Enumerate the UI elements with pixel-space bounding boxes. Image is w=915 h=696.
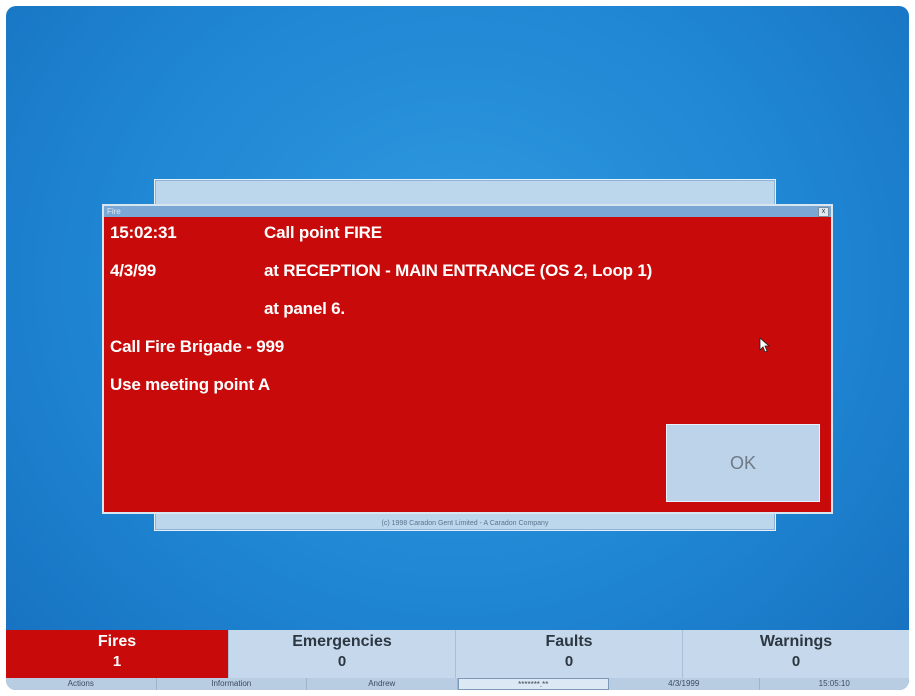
alarm-line-2: at RECEPTION - MAIN ENTRANCE (OS 2, Loop…: [264, 261, 653, 280]
status-summary-bar: Fires 1 Emergencies 0 Faults 0 Warnings …: [6, 630, 909, 678]
warnings-label: Warnings: [759, 633, 833, 650]
time-display: 15:05:10: [818, 679, 850, 688]
alarm-line-4: Call Fire Brigade - 999: [110, 337, 284, 356]
date-display: 4/3/1999: [609, 678, 760, 690]
alarm-time: 15:02:31: [110, 223, 177, 242]
warnings-tile[interactable]: Warnings 0: [683, 630, 909, 678]
copyright-text: (c) 1998 Caradon Gent Limited - A Carado…: [381, 520, 549, 527]
close-icon[interactable]: x: [818, 207, 829, 217]
faults-tile[interactable]: Faults 0: [456, 630, 683, 678]
information-button[interactable]: Information: [157, 678, 307, 690]
alarm-window-title: Fire: [107, 207, 121, 216]
alarm-date: 4/3/99: [110, 261, 157, 280]
monitor-screen: (c) 1998 Caradon Gent Limited - A Carado…: [6, 6, 909, 690]
alarm-titlebar: Fire x: [104, 206, 831, 217]
bottom-nav-bar: Actions Information Andrew *******.** 4/…: [6, 678, 909, 690]
emergencies-tile[interactable]: Emergencies 0: [229, 630, 456, 678]
mouse-pointer-icon: [759, 337, 771, 353]
warnings-count: 0: [791, 653, 801, 670]
faults-label: Faults: [545, 633, 593, 650]
ok-button[interactable]: OK: [666, 424, 820, 502]
alarm-line-1: Call point FIRE: [264, 223, 382, 242]
faults-count: 0: [564, 653, 574, 670]
password-field[interactable]: *******.**: [457, 678, 609, 690]
alarm-line-5: Use meeting point A: [110, 375, 270, 394]
alarm-line-3: at panel 6.: [264, 299, 345, 318]
fires-count: 1: [112, 653, 122, 670]
emergencies-label: Emergencies: [292, 633, 392, 650]
fires-tile[interactable]: Fires 1: [6, 630, 229, 678]
emergencies-count: 0: [337, 653, 347, 670]
actions-button[interactable]: Actions: [6, 678, 157, 690]
fire-alarm-window: Fire x 15:02:31 Call point FIRE 4/3/99 a…: [102, 204, 833, 514]
user-name-field: Andrew: [307, 678, 458, 690]
fires-label: Fires: [97, 633, 137, 650]
